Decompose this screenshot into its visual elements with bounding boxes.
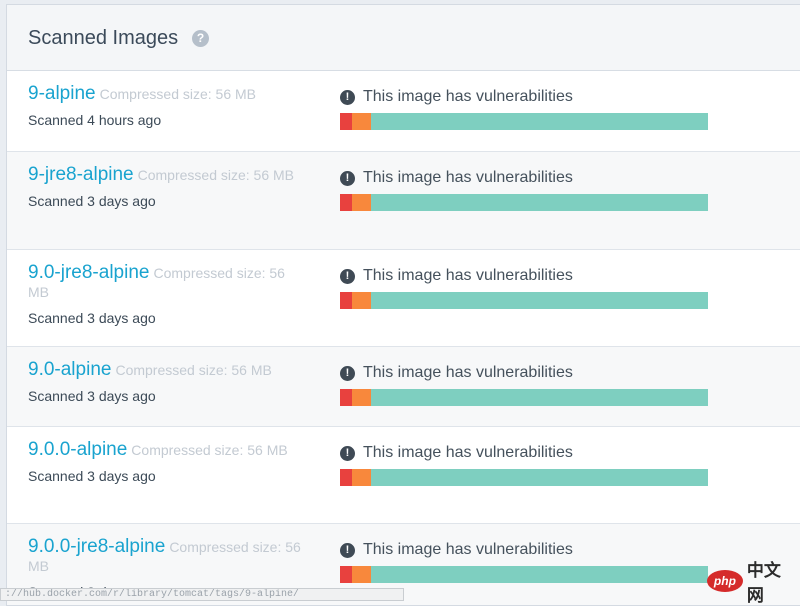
image-row: 9-jre8-alpine Compressed size: 56 MB Scan… [7, 152, 800, 250]
tag-link[interactable]: 9.0.0-alpine [28, 439, 127, 460]
vulnerability-bar[interactable] [340, 469, 708, 486]
scanned-time: Scanned 3 days ago [28, 193, 156, 209]
bar-segment-high [340, 113, 352, 130]
tag-link[interactable]: 9-alpine [28, 83, 96, 104]
vulnerability-bar[interactable] [340, 194, 708, 211]
vulnerability-bar[interactable] [340, 292, 708, 309]
compressed-size: Compressed size: 56 MB [137, 167, 295, 183]
tag-link[interactable]: 9-jre8-alpine [28, 164, 134, 185]
compressed-size: Compressed size: 56 MB [99, 86, 257, 102]
vulnerability-summary: ! This image has vulnerabilities [340, 540, 708, 583]
exclamation-circle-icon: ! [340, 365, 355, 381]
vulnerability-bar[interactable] [340, 389, 708, 406]
bar-segment-medium [351, 194, 371, 211]
bar-segment-medium [351, 566, 371, 583]
vulnerability-bar[interactable] [340, 566, 708, 583]
vulnerability-summary: ! This image has vulnerabilities [340, 443, 708, 486]
scanned-time: Scanned 3 days ago [28, 388, 156, 404]
bar-segment-high [340, 566, 352, 583]
panel-header: Scanned Images ? [7, 5, 800, 71]
scanned-time: Scanned 3 days ago [28, 310, 156, 326]
bar-segment-low [370, 292, 708, 309]
bar-segment-high [340, 292, 352, 309]
panel-title: Scanned Images [28, 27, 179, 49]
exclamation-circle-icon: ! [340, 542, 355, 558]
question-circle-icon[interactable]: ? [192, 30, 209, 47]
bar-segment-medium [351, 292, 371, 309]
scanned-time: Scanned 3 days ago [28, 468, 156, 484]
exclamation-circle-icon: ! [340, 268, 355, 284]
watermark-logo: php [707, 570, 743, 592]
bar-segment-low [370, 566, 708, 583]
bar-segment-high [340, 469, 352, 486]
site-watermark: php 中文网 [707, 561, 795, 605]
vulnerability-status: This image has vulnerabilities [363, 444, 573, 461]
vulnerability-summary: ! This image has vulnerabilities [340, 266, 708, 309]
tag-link[interactable]: 9.0-alpine [28, 359, 111, 380]
bar-segment-low [370, 113, 708, 130]
browser-status-url: ://hub.docker.com/r/library/tomcat/tags/… [0, 588, 404, 601]
bar-segment-low [370, 194, 708, 211]
image-row: 9-alpine Compressed size: 56 MB Scanned 4… [7, 71, 800, 152]
tag-link[interactable]: 9.0.0-jre8-alpine [28, 536, 165, 557]
image-row: 9.0-alpine Compressed size: 56 MB Scanned… [7, 347, 800, 427]
bar-segment-high [340, 389, 352, 406]
scanned-images-panel: Scanned Images ? 9-alpine Compressed size… [6, 4, 800, 606]
vulnerability-status: This image has vulnerabilities [363, 88, 573, 105]
bar-segment-low [370, 469, 708, 486]
tag-link[interactable]: 9.0-jre8-alpine [28, 262, 149, 283]
image-row: 9.0.0-alpine Compressed size: 56 MB Scann… [7, 427, 800, 524]
vulnerability-status: This image has vulnerabilities [363, 169, 573, 186]
vulnerability-summary: ! This image has vulnerabilities [340, 87, 708, 130]
image-row: 9.0-jre8-alpine Compressed size: 56 MB Sc… [7, 250, 800, 347]
scanned-time: Scanned 4 hours ago [28, 112, 162, 128]
exclamation-circle-icon: ! [340, 445, 355, 461]
bar-segment-medium [351, 113, 371, 130]
bar-segment-medium [351, 389, 371, 406]
vulnerability-status: This image has vulnerabilities [363, 541, 573, 558]
vulnerability-status: This image has vulnerabilities [363, 364, 573, 381]
bar-segment-low [370, 389, 708, 406]
bar-segment-high [340, 194, 352, 211]
compressed-size: Compressed size: 56 MB [115, 362, 272, 378]
vulnerability-bar[interactable] [340, 113, 708, 130]
vulnerability-status: This image has vulnerabilities [363, 267, 573, 284]
exclamation-circle-icon: ! [340, 170, 355, 186]
vulnerability-summary: ! This image has vulnerabilities [340, 363, 708, 406]
bar-segment-medium [351, 469, 371, 486]
exclamation-circle-icon: ! [340, 89, 355, 105]
compressed-size: Compressed size: 56 MB [131, 442, 288, 458]
vulnerability-summary: ! This image has vulnerabilities [340, 168, 708, 211]
